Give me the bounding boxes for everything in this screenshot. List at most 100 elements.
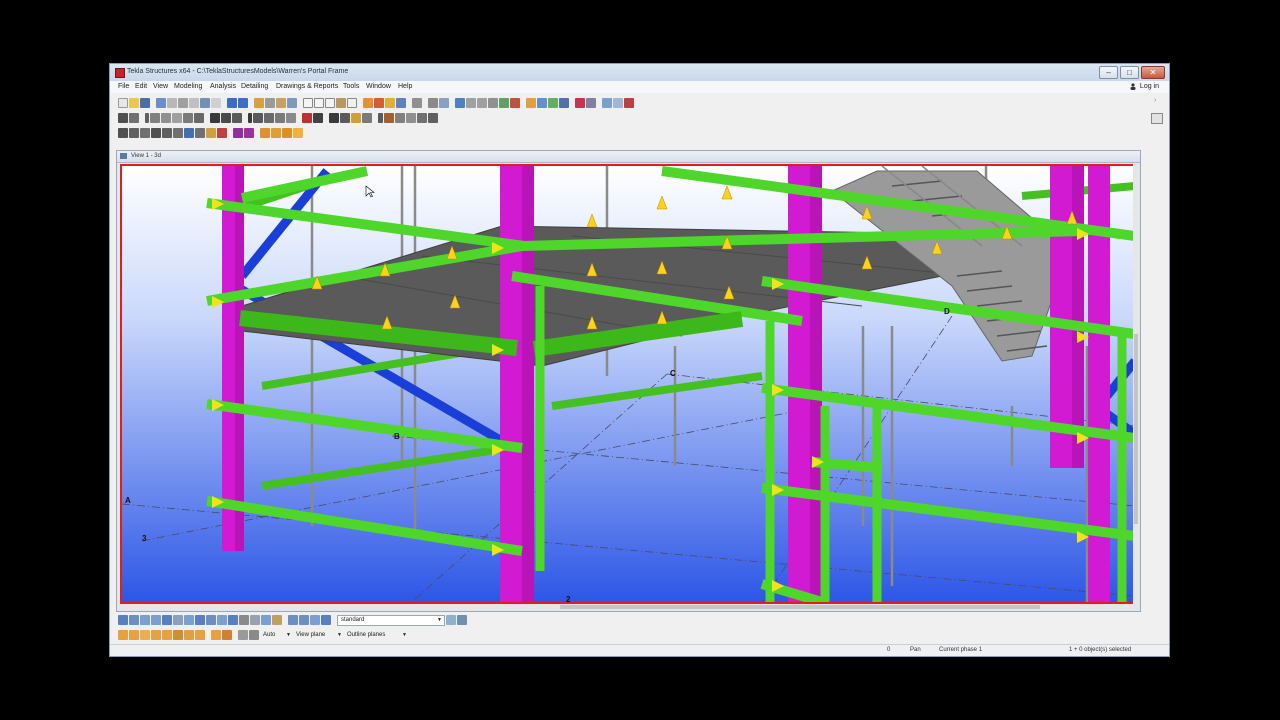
view-icon[interactable] bbox=[303, 97, 313, 108]
select-references-icon[interactable] bbox=[261, 615, 271, 625]
snap-nearest-icon[interactable] bbox=[222, 630, 232, 640]
open-folder-icon[interactable] bbox=[129, 97, 139, 108]
component-catalog-icon[interactable] bbox=[537, 97, 547, 108]
snap-icon[interactable] bbox=[455, 97, 465, 108]
polybeam-icon[interactable] bbox=[286, 112, 296, 123]
snap-midpoints-icon[interactable] bbox=[173, 630, 183, 640]
snap-geometry-icon[interactable] bbox=[129, 630, 139, 640]
snap-centers-icon[interactable] bbox=[162, 630, 172, 640]
window-icon[interactable] bbox=[347, 97, 357, 108]
cross-icon[interactable] bbox=[428, 112, 438, 123]
construction-plane-icon[interactable] bbox=[406, 112, 416, 123]
snap-endpoints-icon[interactable] bbox=[151, 630, 161, 640]
select-icon[interactable] bbox=[428, 97, 438, 108]
clipboard-icon[interactable] bbox=[200, 97, 210, 108]
strip-icon[interactable] bbox=[150, 112, 160, 123]
snap-perp-icon[interactable] bbox=[488, 97, 498, 108]
bolt-icon[interactable] bbox=[248, 112, 252, 123]
snap-points-icon[interactable] bbox=[140, 630, 150, 640]
select-objects-icon[interactable] bbox=[288, 615, 298, 625]
view-list-icon[interactable] bbox=[314, 97, 324, 108]
menu-edit[interactable]: Edit bbox=[135, 83, 147, 90]
move-icon[interactable] bbox=[162, 127, 172, 138]
snap-extension-icon[interactable] bbox=[249, 630, 259, 640]
redo-icon[interactable] bbox=[238, 97, 248, 108]
select-points-icon[interactable] bbox=[184, 615, 194, 625]
snap-perpendicular-icon[interactable] bbox=[195, 630, 205, 640]
warning-icon[interactable] bbox=[624, 97, 634, 108]
connection-4-icon[interactable] bbox=[271, 127, 281, 138]
curved-icon[interactable] bbox=[275, 112, 285, 123]
menu-analysis[interactable]: Analysis bbox=[210, 83, 236, 90]
mirror-icon[interactable] bbox=[184, 127, 194, 138]
snap-reference-lines-icon[interactable] bbox=[118, 630, 128, 640]
menu-view[interactable]: View bbox=[153, 83, 168, 90]
view-filter-select[interactable]: standard ▼ bbox=[337, 614, 445, 626]
select-planes-icon[interactable] bbox=[239, 615, 249, 625]
snap-mid-icon[interactable] bbox=[477, 97, 487, 108]
menu-detailing[interactable]: Detailing bbox=[241, 83, 268, 90]
connection-1-icon[interactable] bbox=[233, 127, 243, 138]
select-parts-filter-icon[interactable] bbox=[129, 615, 139, 625]
select-bolts-icon[interactable] bbox=[195, 615, 205, 625]
ortho-icon[interactable] bbox=[206, 127, 216, 138]
view-tab[interactable]: View 1 - 3d bbox=[117, 151, 1140, 163]
minimize-button[interactable]: – bbox=[1099, 66, 1118, 79]
filter-settings-icon[interactable] bbox=[446, 615, 456, 625]
snap-end-icon[interactable] bbox=[466, 97, 476, 108]
select-grids-icon[interactable] bbox=[162, 615, 172, 625]
polyline-icon[interactable] bbox=[140, 127, 150, 138]
beam-icon[interactable] bbox=[118, 112, 128, 123]
pad-icon[interactable] bbox=[145, 112, 149, 123]
outline-mode-select[interactable]: Outline planes ▼ bbox=[344, 630, 408, 640]
menu-window[interactable]: Window bbox=[366, 83, 391, 90]
report-icon[interactable] bbox=[374, 97, 384, 108]
maximize-button[interactable]: □ bbox=[1120, 66, 1139, 79]
select-cuts-icon[interactable] bbox=[217, 615, 227, 625]
connection-3-icon[interactable] bbox=[260, 127, 270, 138]
rebar-icon[interactable] bbox=[313, 112, 323, 123]
new-model-icon[interactable] bbox=[118, 97, 128, 108]
catalog-icon[interactable] bbox=[276, 97, 286, 108]
select-rebar-icon[interactable] bbox=[272, 615, 282, 625]
side-panel-button[interactable] bbox=[1151, 113, 1163, 124]
connection-6-icon[interactable] bbox=[293, 127, 303, 138]
print-icon[interactable] bbox=[167, 97, 177, 108]
select-assembly-icon[interactable] bbox=[299, 615, 309, 625]
surface-icon[interactable] bbox=[264, 112, 274, 123]
menu-drawings-reports[interactable]: Drawings & Reports bbox=[276, 83, 338, 90]
component-settings-icon[interactable] bbox=[559, 97, 569, 108]
tool-icon[interactable] bbox=[265, 97, 275, 108]
weld-icon[interactable] bbox=[253, 112, 263, 123]
snap-lines-icon[interactable] bbox=[211, 630, 221, 640]
grid-icon[interactable] bbox=[362, 112, 372, 123]
analysis-icon[interactable] bbox=[575, 97, 585, 108]
reference-icon[interactable] bbox=[417, 112, 427, 123]
chamfer-icon[interactable] bbox=[232, 112, 242, 123]
connection-2-icon[interactable] bbox=[244, 127, 254, 138]
organizer-icon[interactable] bbox=[602, 97, 612, 108]
clash-check-icon[interactable] bbox=[396, 97, 406, 108]
cast-unit-icon[interactable] bbox=[340, 112, 350, 123]
copy-icon[interactable] bbox=[178, 97, 188, 108]
arrow-right-icon[interactable] bbox=[302, 112, 312, 123]
horizontal-scrollbar[interactable] bbox=[120, 604, 1137, 610]
copy-special-icon[interactable] bbox=[195, 127, 205, 138]
close-button[interactable]: ✕ bbox=[1141, 66, 1165, 79]
construction-circle-icon[interactable] bbox=[395, 112, 405, 123]
snap-point-icon[interactable] bbox=[499, 97, 509, 108]
vertical-scroll-thumb[interactable] bbox=[1134, 334, 1138, 524]
select-views-icon[interactable] bbox=[228, 615, 238, 625]
panel-icon[interactable] bbox=[172, 112, 182, 123]
line-icon[interactable] bbox=[118, 127, 128, 138]
select-components-toggle-icon[interactable] bbox=[310, 615, 320, 625]
save-icon[interactable] bbox=[140, 97, 150, 108]
arc-icon[interactable] bbox=[129, 127, 139, 138]
menu-tools[interactable]: Tools bbox=[343, 83, 359, 90]
snap-intersections-icon[interactable] bbox=[184, 630, 194, 640]
vertical-scrollbar[interactable] bbox=[1133, 164, 1139, 604]
column-icon[interactable] bbox=[129, 112, 139, 123]
select-connections-icon[interactable] bbox=[151, 615, 161, 625]
login-link[interactable]: Log in bbox=[1140, 83, 1159, 90]
rotate-icon[interactable] bbox=[173, 127, 183, 138]
